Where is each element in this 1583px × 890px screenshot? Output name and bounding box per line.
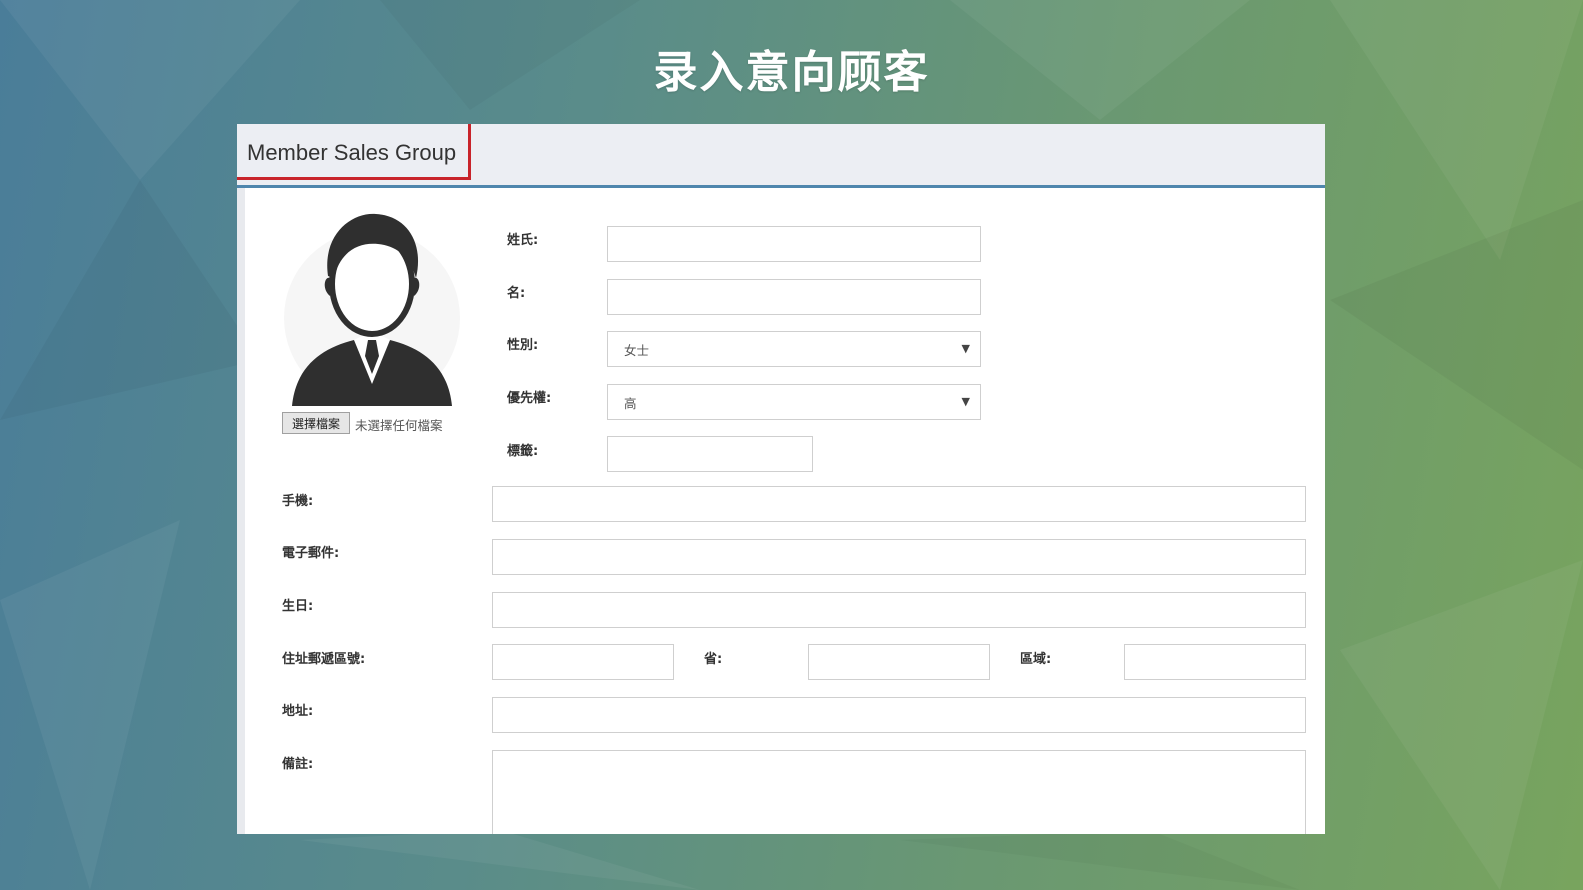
chevron-down-icon: ▼ (961, 342, 970, 355)
district-input[interactable] (1124, 644, 1306, 680)
district-label: 區域: (1020, 652, 1052, 667)
birthday-label: 生日: (282, 599, 314, 614)
province-input[interactable] (808, 644, 990, 680)
left-strip (237, 188, 245, 834)
postal-code-label: 住址郵遞區號: (282, 652, 366, 667)
person-avatar-icon (284, 213, 460, 406)
first-name-input[interactable] (607, 279, 981, 315)
tag-input[interactable] (607, 436, 813, 472)
address-label: 地址: (282, 704, 314, 719)
file-status-text: 未選擇任何檔案 (355, 418, 443, 433)
header-bar: Member Sales Group (237, 124, 1325, 188)
tag-label: 標籤: (507, 444, 539, 459)
last-name-input[interactable] (607, 226, 981, 262)
email-label: 電子郵件: (282, 546, 340, 561)
email-input[interactable] (492, 539, 1306, 575)
remarks-label: 備註: (282, 757, 314, 772)
address-input[interactable] (492, 697, 1306, 733)
gender-label: 性別: (507, 338, 539, 353)
priority-value: 高 (624, 395, 637, 411)
mobile-input[interactable] (492, 486, 1306, 522)
first-name-label: 名: (507, 286, 526, 301)
mobile-label: 手機: (282, 494, 314, 509)
gender-value: 女士 (624, 342, 650, 358)
priority-label: 優先權: (507, 391, 552, 406)
choose-file-button[interactable]: 選擇檔案 (282, 412, 350, 434)
postal-code-input[interactable] (492, 644, 674, 680)
last-name-label: 姓氏: (507, 233, 539, 248)
birthday-input[interactable] (492, 592, 1306, 628)
form-screenshot: Member Sales Group 選擇檔案 未選擇任何檔案 姓氏: 名: 性… (237, 124, 1325, 834)
chevron-down-icon: ▼ (961, 395, 970, 408)
priority-select[interactable]: 高 ▼ (607, 384, 981, 420)
remarks-textarea[interactable] (492, 750, 1306, 834)
gender-select[interactable]: 女士 ▼ (607, 331, 981, 367)
brand-title[interactable]: Member Sales Group (237, 124, 471, 180)
province-label: 省: (704, 652, 723, 667)
slide-title: 录入意向顾客 (653, 47, 930, 98)
